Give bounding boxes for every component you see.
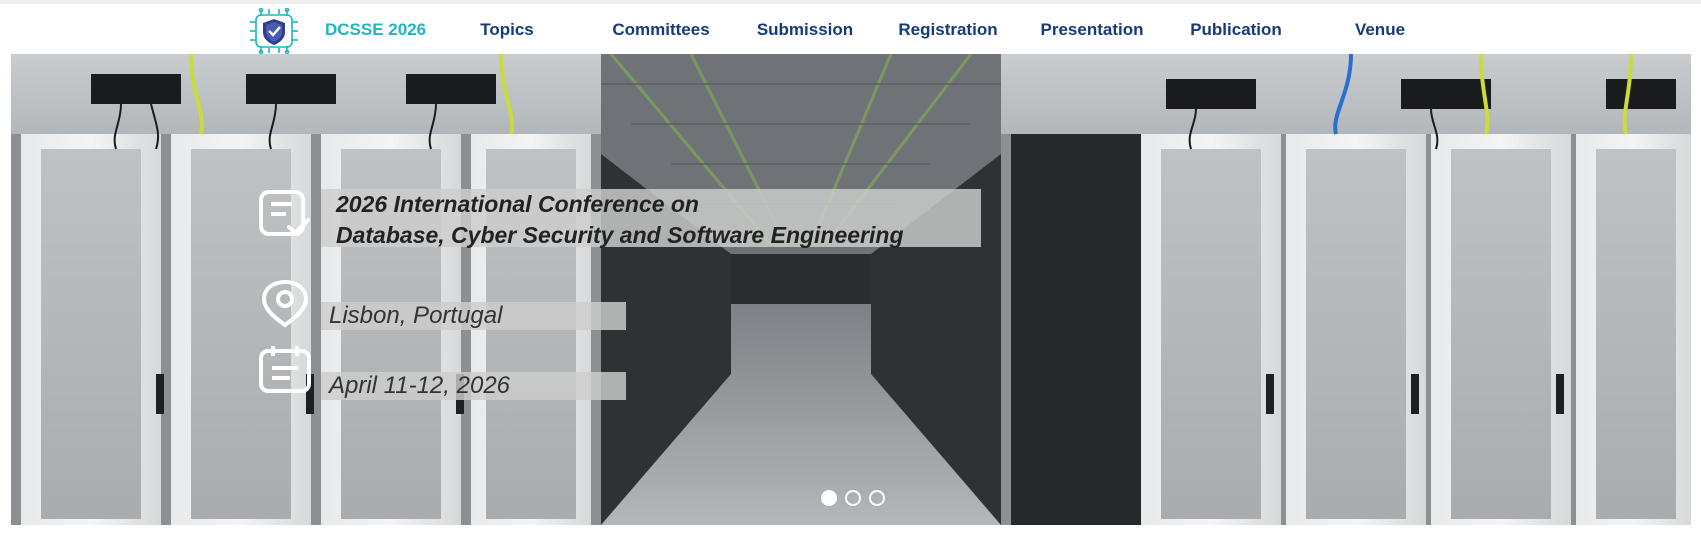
- nav-item-submission[interactable]: Submission: [757, 20, 853, 40]
- map-pin-icon: [258, 279, 312, 334]
- calendar-icon: [258, 344, 312, 399]
- conference-location: Lisbon, Portugal: [329, 302, 503, 329]
- slider-dots: [821, 490, 921, 510]
- nav-item-topics[interactable]: Topics: [480, 20, 534, 40]
- conference-date: April 11-12, 2026: [329, 372, 511, 399]
- shield-chip-icon[interactable]: [249, 7, 299, 55]
- nav-item-venue[interactable]: Venue: [1355, 20, 1405, 40]
- nav-item-registration[interactable]: Registration: [898, 20, 997, 40]
- main-nav: DCSSE 2026 Topics Committees Submission …: [0, 4, 1701, 55]
- title-line-1: 2026 International Conference on: [336, 191, 699, 217]
- brand-link[interactable]: DCSSE 2026: [325, 20, 426, 40]
- slide-dot-1[interactable]: [821, 490, 837, 506]
- bottom-spacer: [0, 525, 1701, 535]
- hero-slider: 2026 International Conference on Databas…: [11, 54, 1691, 525]
- slide-dot-2[interactable]: [845, 490, 861, 506]
- nav-item-committees[interactable]: Committees: [612, 20, 709, 40]
- title-line-2: Database, Cyber Security and Software En…: [336, 222, 904, 248]
- document-check-icon: [258, 189, 312, 244]
- nav-item-presentation[interactable]: Presentation: [1041, 20, 1144, 40]
- nav-item-publication[interactable]: Publication: [1190, 20, 1282, 40]
- conference-title: 2026 International Conference on Databas…: [336, 189, 904, 251]
- slide-dot-3[interactable]: [869, 490, 885, 506]
